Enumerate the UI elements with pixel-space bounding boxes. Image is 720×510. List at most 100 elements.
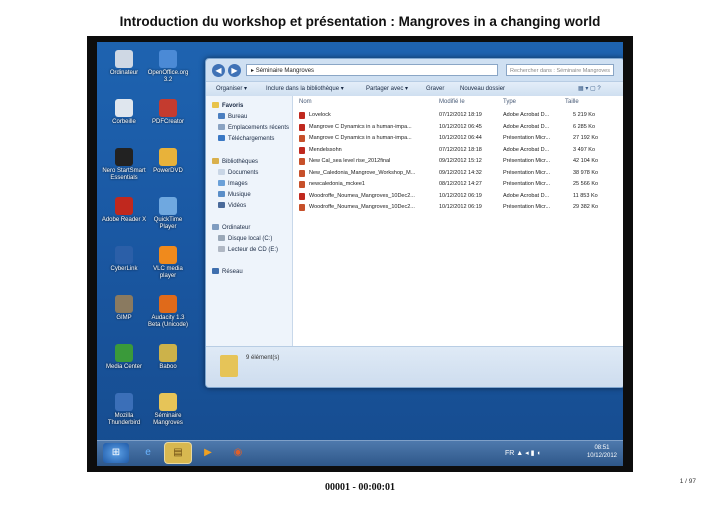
app-icon: [115, 295, 133, 313]
nav-item-local-disk[interactable]: Disque local (C:): [218, 235, 272, 243]
powerpoint-file-icon: [299, 169, 305, 177]
file-type: Adobe Acrobat D...: [503, 112, 550, 118]
file-size: 27 192 Ko: [573, 135, 599, 141]
file-type: Présentation Micr...: [503, 169, 551, 176]
file-date: 09/12/2012 14:32: [439, 169, 482, 176]
music-icon: [218, 191, 225, 198]
nav-item-music[interactable]: Musique: [218, 191, 251, 199]
media-player-icon[interactable]: ▶: [195, 443, 221, 463]
app-icon: [115, 148, 133, 166]
desktop-icon[interactable]: Ordinateur: [101, 50, 147, 77]
pictures-icon: [218, 180, 225, 187]
desktop-icon-label: GIMP: [116, 315, 132, 321]
address-bar[interactable]: ▸ Séminaire Mangroves: [246, 64, 498, 76]
nav-network[interactable]: Réseau: [212, 268, 243, 276]
desktop-icon[interactable]: Mozilla Thunderbird: [101, 393, 147, 427]
app-icon: [159, 197, 177, 215]
nav-item-recent[interactable]: Emplacements récents: [218, 124, 289, 132]
column-header-type[interactable]: Type: [503, 99, 516, 105]
nav-label: Lecteur de CD (E:): [228, 247, 279, 253]
desktop-icon[interactable]: Séminaire Mangroves: [145, 393, 191, 427]
desktop-icon[interactable]: Media Center: [101, 344, 147, 371]
powerpoint-file-icon: [299, 135, 305, 142]
desktop-icon[interactable]: Nero StartSmart Essentials: [101, 148, 147, 182]
search-input[interactable]: Rechercher dans : Séminaire Mangroves: [506, 64, 614, 76]
explorer-taskbar-icon[interactable]: ▤: [165, 443, 191, 463]
nav-libraries[interactable]: Bibliothèques: [212, 158, 258, 166]
view-options-icon[interactable]: ▦ ▾ ▢ ?: [578, 84, 601, 94]
file-row[interactable]: Woodroffe_Noumea_Mangroves_10Dec2... 10/1…: [297, 202, 620, 213]
file-date: 10/12/2012 06:19: [439, 192, 482, 199]
file-date: 09/12/2012 15:12: [439, 158, 482, 164]
nav-label: Bureau: [228, 114, 248, 120]
file-list: Nom Modifié le Type Taille Lovelock 07/12…: [293, 96, 623, 346]
explorer-window[interactable]: ◀ ▶ ▸ Séminaire Mangroves Rechercher dan…: [205, 58, 623, 388]
nav-label: Emplacements récents: [228, 125, 290, 131]
desktop-icon[interactable]: CyberLink: [101, 246, 147, 273]
file-row[interactable]: New Cal_sea level rise_2012final 09/12/20…: [297, 156, 620, 167]
app-icon: [115, 246, 133, 264]
desktop-icon[interactable]: QuickTime Player: [145, 197, 191, 231]
nav-item-desktop[interactable]: Bureau: [218, 113, 247, 121]
burn-button[interactable]: Graver: [426, 84, 444, 94]
file-type: Présentation Micr...: [503, 158, 551, 164]
file-size: 25 566 Ko: [573, 181, 599, 187]
internet-explorer-icon[interactable]: e: [135, 443, 161, 463]
desktop-icon-label: Ordinateur: [109, 70, 139, 76]
file-row[interactable]: Mangrove C Dynamics in a human-impa... 10…: [297, 122, 620, 133]
desktop: Ordinateur OpenOffice.org 3.2 Corbeille PDF…: [97, 42, 623, 466]
file-row[interactable]: Lovelock 07/12/2012 18:19 Adobe Acrobat D.…: [297, 110, 620, 121]
column-header-size[interactable]: Taille: [565, 99, 579, 105]
clock-time: 08:51: [594, 445, 610, 451]
file-type: Adobe Acrobat D...: [503, 146, 550, 153]
nav-item-downloads[interactable]: Téléchargements: [218, 135, 274, 143]
app-icon: [159, 344, 177, 362]
start-button[interactable]: ⊞: [103, 443, 129, 463]
desktop-icon[interactable]: GIMP: [101, 295, 147, 322]
file-row[interactable]: Mangrove C Dynamics in a human-impa... 10…: [297, 133, 620, 144]
command-bar: Organiser ▾ Inclure dans la bibliothèque…: [206, 81, 623, 97]
nav-item-images[interactable]: Images: [218, 180, 248, 188]
file-name: New_Caledonia_Mangrove_Workshop_M...: [309, 169, 416, 176]
desktop-icon[interactable]: VLC media player: [145, 246, 191, 280]
desktop-icon[interactable]: Baboo: [145, 344, 191, 371]
nav-computer[interactable]: Ordinateur: [212, 224, 250, 232]
file-row[interactable]: Woodroffe_Noumea_Mangroves_10Dec2... 10/1…: [297, 191, 620, 202]
column-header-name[interactable]: Nom: [299, 99, 312, 105]
desktop-icon[interactable]: OpenOffice.org 3.2: [145, 50, 191, 84]
nav-label: Disque local (C:): [228, 236, 273, 242]
share-button[interactable]: Partager avec ▾: [366, 84, 408, 94]
nav-item-videos[interactable]: Vidéos: [218, 202, 246, 210]
organize-button[interactable]: Organiser ▾: [216, 84, 247, 94]
desktop-icon[interactable]: Adobe Reader X: [101, 197, 147, 224]
nav-item-cd-drive[interactable]: Lecteur de CD (E:): [218, 246, 278, 254]
forward-button[interactable]: ▶: [228, 64, 241, 77]
desktop-icon-label: OpenOffice.org 3.2: [147, 70, 189, 83]
desktop-icon[interactable]: PowerDVD: [145, 148, 191, 175]
desktop-icon[interactable]: Corbeille: [101, 99, 147, 126]
desktop-icon[interactable]: Audacity 1.3 Beta (Unicode): [145, 295, 191, 329]
file-size: 38 978 Ko: [573, 169, 599, 176]
nav-label: Bibliothèques: [222, 159, 259, 165]
nav-label: Documents: [228, 170, 259, 176]
file-row[interactable]: newcaledonia_mckee1 08/12/2012 14:27 Prése…: [297, 179, 620, 190]
page-number: 1 / 97: [679, 478, 696, 485]
nav-item-documents[interactable]: Documents: [218, 169, 258, 177]
new-folder-button[interactable]: Nouveau dossier: [460, 84, 505, 94]
folder-icon: [220, 355, 238, 377]
column-header-date[interactable]: Modifié le: [439, 99, 465, 105]
desktop-icon-label: Baboo: [159, 364, 177, 370]
desktop-icon-label: CyberLink: [110, 266, 138, 272]
clock[interactable]: 08:51 10/12/2012: [587, 444, 617, 460]
firefox-icon[interactable]: ◉: [225, 443, 251, 463]
desktop-icon[interactable]: PDFCreator: [145, 99, 191, 126]
powerpoint-file-icon: [299, 181, 305, 188]
file-size: 11 853 Ko: [573, 192, 598, 199]
back-button[interactable]: ◀: [212, 64, 225, 77]
file-row[interactable]: New_Caledonia_Mangrove_Workshop_M... 09/1…: [297, 168, 620, 179]
file-row[interactable]: Mendelssohn 07/12/2012 18:18 Adobe Acrobat…: [297, 145, 620, 156]
system-tray[interactable]: FR ▲ ◂ ▮ ◖: [505, 449, 541, 457]
nav-favorites[interactable]: Favoris: [212, 102, 243, 110]
app-icon: [115, 393, 133, 411]
include-library-button[interactable]: Inclure dans la bibliothèque ▾: [266, 84, 344, 94]
